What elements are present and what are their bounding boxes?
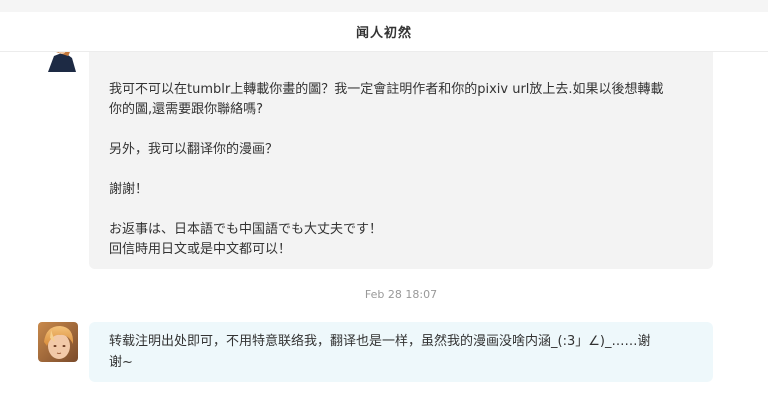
message-line: 我可不可以在tumblr上轉載你畫的圖？我一定會註明作者和你的pixiv url… bbox=[109, 82, 664, 97]
message-line: 另外，我可以翻译你的漫画？ bbox=[109, 142, 279, 157]
message-line: 你的圖,還需要跟你聯絡嗎? bbox=[109, 102, 264, 117]
message-line: 谢~ bbox=[109, 355, 133, 370]
message-line: 转载注明出处即可，不用特意联络我，翻译也是一样，虽然我的漫画没啥内涵_(:3」∠… bbox=[109, 334, 651, 349]
message-line: 回信時用日文或是中文都可以！ bbox=[109, 242, 292, 257]
conversation-title: 闻人初然 bbox=[355, 26, 412, 41]
avatar[interactable] bbox=[38, 322, 78, 362]
message-bubble-outgoing: 转载注明出处即可，不用特意联络我，翻译也是一样，虽然我的漫画没啥内涵_(:3」∠… bbox=[89, 322, 713, 382]
message-thread[interactable]: 我可不可以在tumblr上轉載你畫的圖？我一定會註明作者和你的pixiv url… bbox=[0, 0, 768, 401]
conversation-header: 闻人初然 bbox=[0, 12, 768, 52]
user-avatar-icon bbox=[38, 322, 78, 362]
message-bubble-incoming: 我可不可以在tumblr上轉載你畫的圖？我一定會註明作者和你的pixiv url… bbox=[89, 20, 713, 269]
message-line: 謝謝！ bbox=[109, 182, 149, 197]
message-line: お返事は、日本語でも中国語でも大丈夫です！ bbox=[109, 222, 383, 237]
message-page: 我可不可以在tumblr上轉載你畫的圖？我一定會註明作者和你的pixiv url… bbox=[0, 0, 768, 401]
message-timestamp: Feb 28 18:07 bbox=[364, 288, 438, 301]
